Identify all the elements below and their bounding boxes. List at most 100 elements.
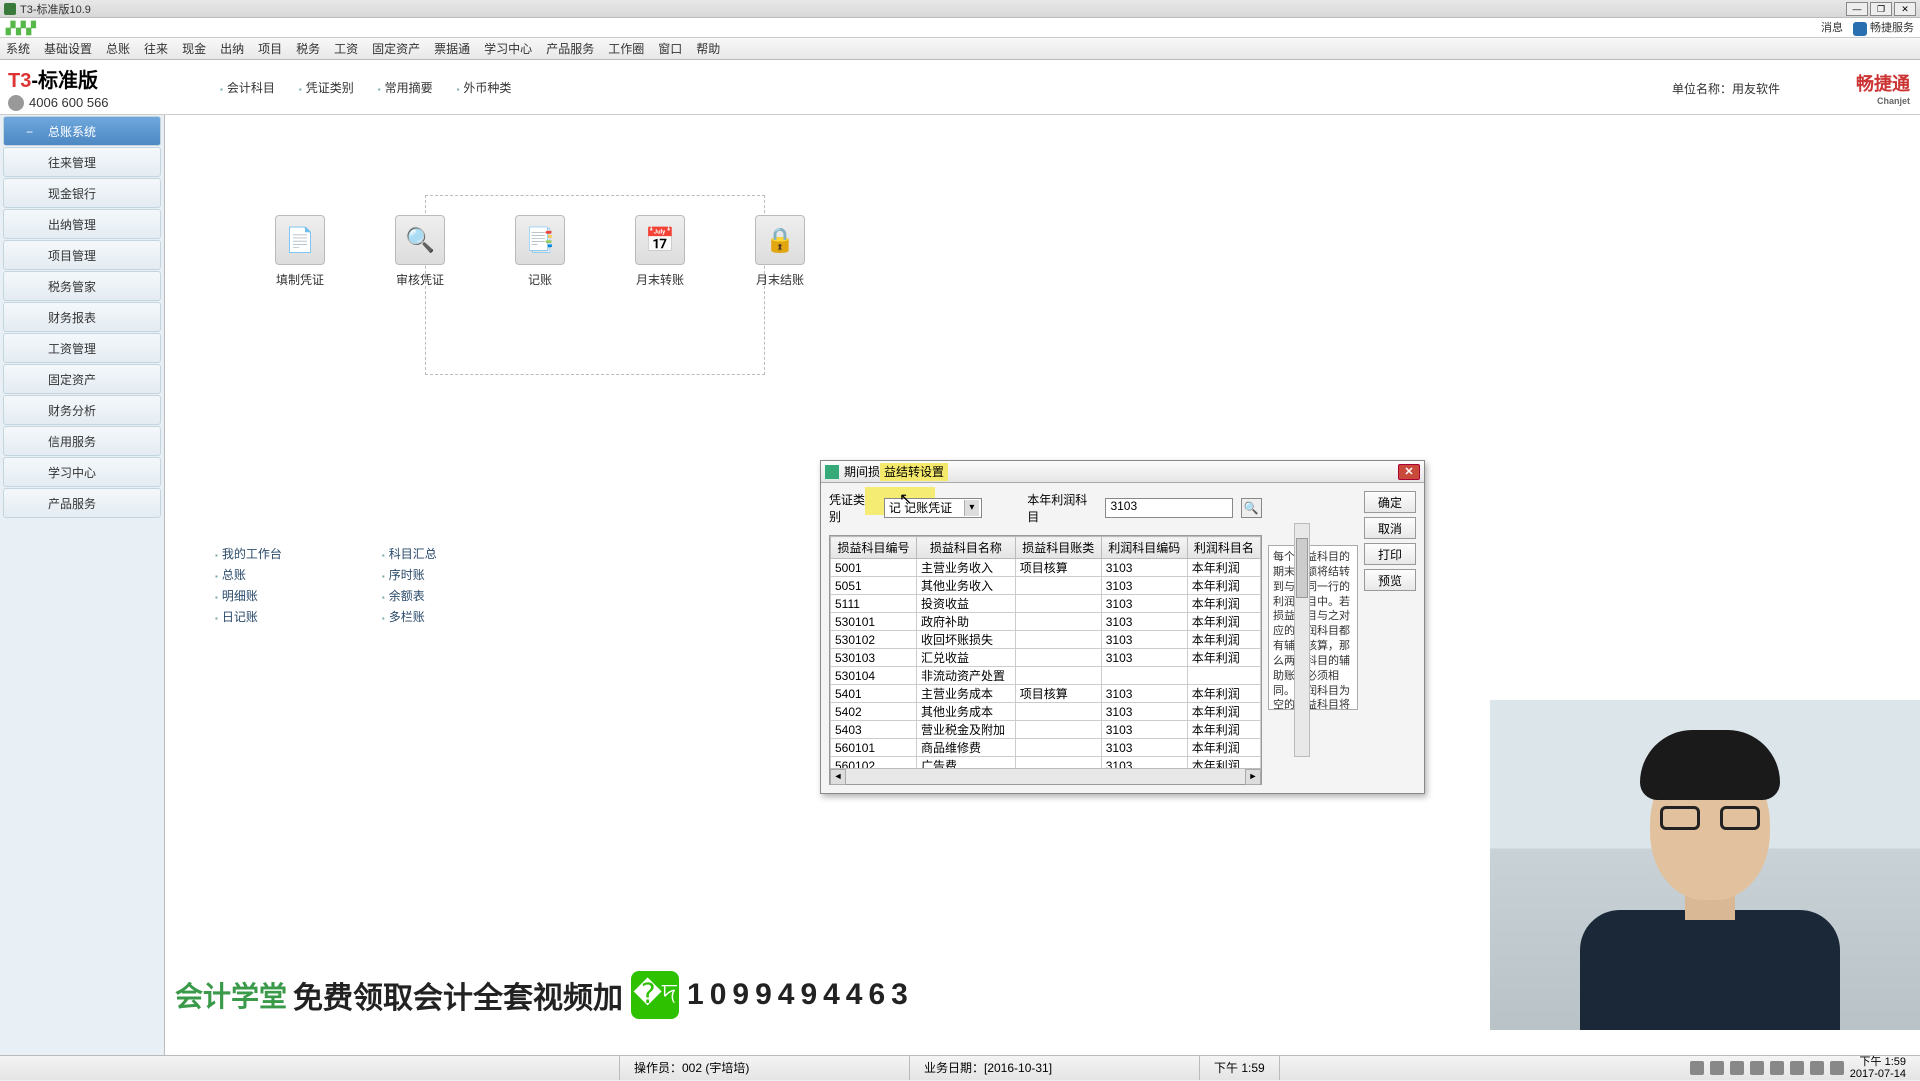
sidebar-item-project[interactable]: 项目管理 <box>3 240 161 270</box>
link-journal[interactable]: 日记账 <box>215 608 282 625</box>
grid-hscrollbar[interactable]: ◄ ► <box>830 768 1261 784</box>
table-cell[interactable]: 广告费 <box>917 757 1016 769</box>
quick-summary[interactable]: 常用摘要 <box>378 79 433 96</box>
dialog-title-bar[interactable]: 期间损益结转设置 ✕ <box>821 461 1424 483</box>
table-cell[interactable]: 530104 <box>831 667 917 685</box>
table-cell[interactable]: 本年利润 <box>1187 703 1260 721</box>
table-cell[interactable]: 本年利润 <box>1187 739 1260 757</box>
table-cell[interactable]: 本年利润 <box>1187 559 1260 577</box>
table-cell[interactable] <box>1187 667 1260 685</box>
sidebar-item-cash[interactable]: 现金银行 <box>3 178 161 208</box>
menu-base[interactable]: 基础设置 <box>44 40 92 57</box>
menu-bill[interactable]: 票据通 <box>434 40 470 57</box>
taskbar-clock[interactable]: 下午 1:592017-07-14 <box>1850 1056 1912 1080</box>
table-cell[interactable]: 收回坏账损失 <box>917 631 1016 649</box>
message-link[interactable]: 消息 <box>1821 19 1843 35</box>
table-row[interactable]: 5001主营业务收入项目核算3103本年利润 <box>831 559 1261 577</box>
tray-icon[interactable] <box>1730 1061 1744 1075</box>
table-cell[interactable]: 投资收益 <box>917 595 1016 613</box>
table-cell[interactable]: 3103 <box>1101 613 1187 631</box>
tray-icon[interactable] <box>1770 1061 1784 1075</box>
table-cell[interactable]: 3103 <box>1101 649 1187 667</box>
flow-node-close[interactable]: 🔒月末结账 <box>745 215 815 288</box>
table-cell[interactable]: 560101 <box>831 739 917 757</box>
tray-icon[interactable] <box>1790 1061 1804 1075</box>
table-cell[interactable]: 项目核算 <box>1015 559 1101 577</box>
table-cell[interactable]: 汇兑收益 <box>917 649 1016 667</box>
table-cell[interactable] <box>1101 667 1187 685</box>
quick-account-subject[interactable]: 会计科目 <box>220 79 275 96</box>
table-cell[interactable]: 5401 <box>831 685 917 703</box>
table-cell[interactable] <box>1015 649 1101 667</box>
table-cell[interactable] <box>1015 667 1101 685</box>
table-cell[interactable]: 本年利润 <box>1187 595 1260 613</box>
table-cell[interactable]: 3103 <box>1101 721 1187 739</box>
quick-currency[interactable]: 外币种类 <box>457 79 512 96</box>
restore-button[interactable]: ❐ <box>1870 2 1892 16</box>
table-cell[interactable]: 5051 <box>831 577 917 595</box>
sidebar-item-ar[interactable]: 往来管理 <box>3 147 161 177</box>
sidebar-item-learn[interactable]: 学习中心 <box>3 457 161 487</box>
table-row[interactable]: 530101政府补助3103本年利润 <box>831 613 1261 631</box>
quick-voucher-type[interactable]: 凭证类别 <box>299 79 354 96</box>
table-cell[interactable] <box>1015 739 1101 757</box>
link-multicol[interactable]: 多栏账 <box>382 608 437 625</box>
table-cell[interactable] <box>1015 703 1101 721</box>
table-cell[interactable] <box>1015 721 1101 739</box>
voucher-type-combo[interactable]: 记 记账凭证 <box>884 498 982 518</box>
menu-fa[interactable]: 固定资产 <box>372 40 420 57</box>
subject-search-button[interactable]: 🔍 <box>1241 498 1263 518</box>
table-cell[interactable]: 3103 <box>1101 631 1187 649</box>
link-mydesk[interactable]: 我的工作台 <box>215 545 282 562</box>
menu-system[interactable]: 系统 <box>6 40 30 57</box>
tray-icon[interactable] <box>1810 1061 1824 1075</box>
scroll-thumb[interactable] <box>1296 538 1308 598</box>
table-cell[interactable]: 5402 <box>831 703 917 721</box>
grid-vscrollbar[interactable] <box>1294 523 1310 757</box>
flow-node-audit[interactable]: 🔍审核凭证 <box>385 215 455 288</box>
scroll-right-icon[interactable]: ► <box>1245 769 1261 785</box>
tray-icon[interactable] <box>1710 1061 1724 1075</box>
table-cell[interactable]: 3103 <box>1101 703 1187 721</box>
table-row[interactable]: 5403营业税金及附加 3103本年利润 <box>831 721 1261 739</box>
table-cell[interactable]: 3103 <box>1101 739 1187 757</box>
link-gl[interactable]: 总账 <box>215 566 282 583</box>
service-link[interactable]: 畅捷服务 <box>1853 19 1914 35</box>
sidebar-item-product[interactable]: 产品服务 <box>3 488 161 518</box>
table-cell[interactable]: 政府补助 <box>917 613 1016 631</box>
table-cell[interactable]: 5111 <box>831 595 917 613</box>
table-cell[interactable]: 3103 <box>1101 685 1187 703</box>
table-cell[interactable]: 其他业务成本 <box>917 703 1016 721</box>
table-cell[interactable]: 5403 <box>831 721 917 739</box>
table-cell[interactable]: 3103 <box>1101 595 1187 613</box>
minimize-button[interactable]: — <box>1846 2 1868 16</box>
col-pl-class[interactable]: 损益科目账类 <box>1015 537 1101 559</box>
menu-cash[interactable]: 现金 <box>182 40 206 57</box>
table-cell[interactable]: 3103 <box>1101 757 1187 769</box>
table-cell[interactable]: 本年利润 <box>1187 757 1260 769</box>
table-row[interactable]: 560102广告费3103本年利润 <box>831 757 1261 769</box>
close-button[interactable]: ✕ <box>1894 2 1916 16</box>
link-balance[interactable]: 余额表 <box>382 587 437 604</box>
table-cell[interactable] <box>1015 595 1101 613</box>
menu-cashier[interactable]: 出纳 <box>220 40 244 57</box>
sidebar-item-tax[interactable]: 税务管家 <box>3 271 161 301</box>
table-cell[interactable]: 营业税金及附加 <box>917 721 1016 739</box>
col-profit-code[interactable]: 利润科目编码 <box>1101 537 1187 559</box>
col-profit-name[interactable]: 利润科目名 <box>1187 537 1260 559</box>
cancel-button[interactable]: 取消 <box>1364 517 1416 539</box>
menu-learn[interactable]: 学习中心 <box>484 40 532 57</box>
tray-volume-icon[interactable] <box>1830 1061 1844 1075</box>
table-cell[interactable]: 530103 <box>831 649 917 667</box>
flow-node-create[interactable]: 📄填制凭证 <box>265 215 335 288</box>
ok-button[interactable]: 确定 <box>1364 491 1416 513</box>
table-cell[interactable]: 本年利润 <box>1187 613 1260 631</box>
table-cell[interactable]: 3103 <box>1101 577 1187 595</box>
menu-ar[interactable]: 往来 <box>144 40 168 57</box>
print-button[interactable]: 打印 <box>1364 543 1416 565</box>
sidebar-item-report[interactable]: 财务报表 <box>3 302 161 332</box>
table-cell[interactable]: 本年利润 <box>1187 721 1260 739</box>
table-cell[interactable]: 本年利润 <box>1187 685 1260 703</box>
menu-tax[interactable]: 税务 <box>296 40 320 57</box>
profit-subject-input[interactable]: 3103 <box>1105 498 1232 518</box>
